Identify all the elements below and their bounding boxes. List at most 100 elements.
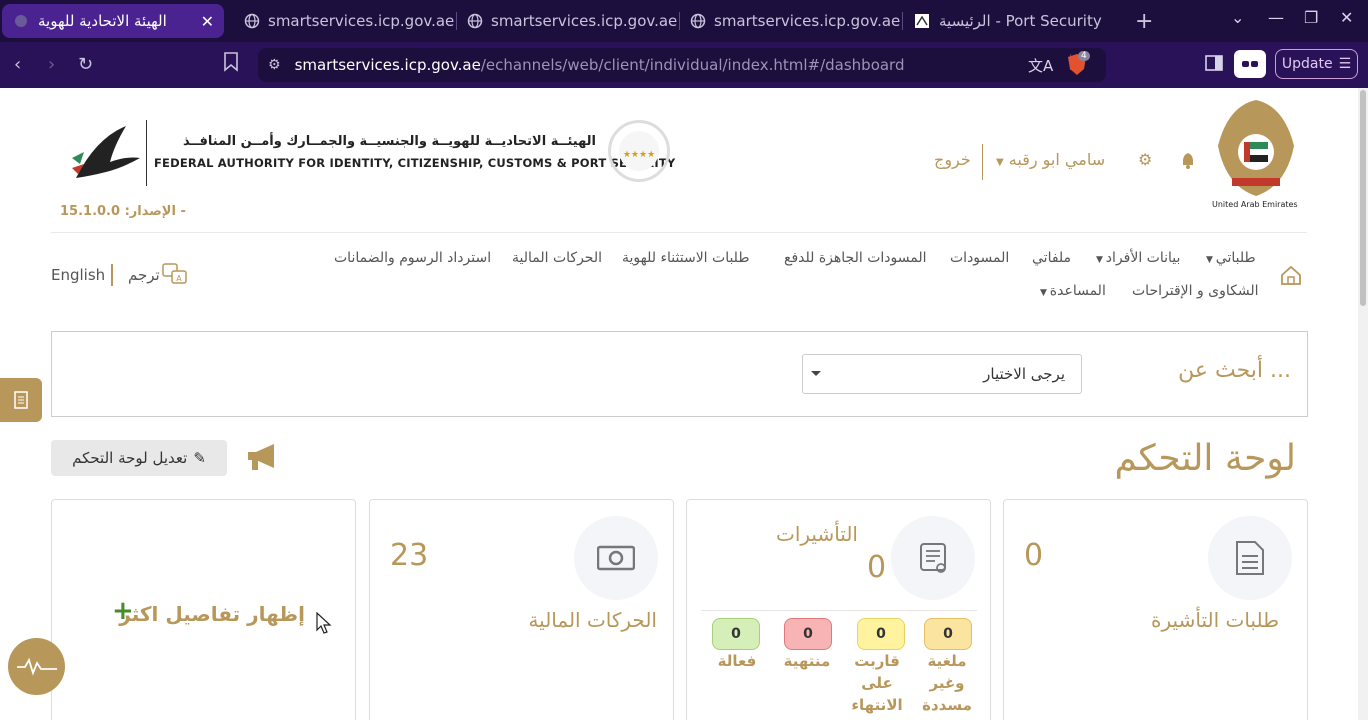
translate-icon[interactable]: 文A <box>1028 55 1053 76</box>
chatbot-avatar-icon[interactable] <box>8 638 65 695</box>
header-divider <box>982 144 983 180</box>
menu-label: طلباتي <box>1215 250 1256 266</box>
visas-count: 0 <box>867 550 887 585</box>
tab-title: smartservices.icp.gov.ae <box>268 12 455 30</box>
menu-drafts-ready-to-pay[interactable]: المسودات الجاهزة للدفع <box>784 250 926 266</box>
brave-badge: 4 <box>1078 51 1090 61</box>
visa-requests-label: طلبات التأشيرة <box>1151 608 1279 632</box>
plus-icon[interactable]: + <box>112 596 134 626</box>
tab-title: smartservices.icp.gov.ae <box>714 12 901 30</box>
megaphone-icon[interactable] <box>246 442 280 476</box>
close-tab-icon[interactable]: ✕ <box>193 12 214 31</box>
tab-port-security[interactable]: الرئيسية - Port Security <box>903 4 1117 38</box>
close-window-icon[interactable]: ✕ <box>1340 8 1353 27</box>
tab-title: الهيئة الاتحادية للهوية <box>38 12 167 30</box>
globe-icon <box>690 12 706 30</box>
minimize-icon[interactable]: — <box>1268 8 1284 27</box>
menu-help[interactable]: ▼ المساعدة <box>1040 283 1106 299</box>
badge-near-expiry[interactable]: 0 <box>857 618 905 650</box>
card-visa-requests[interactable]: 0 طلبات التأشيرة <box>1003 499 1308 720</box>
badge-expired[interactable]: 0 <box>784 618 832 650</box>
user-menu[interactable]: ▼ سامي ابو رقبه <box>996 150 1105 169</box>
header-divider-line <box>51 232 1307 233</box>
url-path: /echannels/web/client/individual/index.h… <box>480 56 905 74</box>
translate-language-icon[interactable]: A <box>162 262 188 290</box>
caret-down-icon: ▼ <box>996 157 1004 168</box>
url-host: smartservices.icp.gov.ae <box>294 56 481 74</box>
menu-financial-transactions[interactable]: الحركات المالية <box>512 250 602 266</box>
visas-divider <box>701 610 977 611</box>
visa-requests-count: 0 <box>1024 538 1044 573</box>
page-content: الهيئــة الاتحاديــة للهويــة والجنسيــة… <box>0 88 1358 720</box>
badge-active[interactable]: 0 <box>712 618 760 650</box>
money-bill-icon <box>574 516 658 600</box>
card-show-more[interactable]: إظهار تفاصيل اكثر + <box>51 499 356 720</box>
logo-divider <box>146 120 147 186</box>
tab-title: smartservices.icp.gov.ae <box>491 12 678 30</box>
caret-down-icon: ▼ <box>1096 255 1106 265</box>
menu-my-files[interactable]: ملفاتي <box>1032 250 1071 266</box>
badge-expired-label: منتهية <box>783 652 831 670</box>
update-label: Update <box>1281 56 1333 72</box>
svg-text:★★★★: ★★★★ <box>623 150 655 160</box>
notification-bell-icon[interactable] <box>1180 152 1196 174</box>
menu-id-exception-requests[interactable]: طلبات الاستثناء للهوية <box>622 250 749 266</box>
page-title: لوحة التحكم <box>1114 438 1296 479</box>
reload-icon[interactable]: ↻ <box>78 54 93 75</box>
tab-title: الرئيسية - Port Security <box>939 12 1102 30</box>
show-more-label[interactable]: إظهار تفاصيل اكثر <box>119 602 305 626</box>
menu-drafts[interactable]: المسودات <box>950 250 1009 266</box>
english-link[interactable]: English <box>51 266 105 284</box>
badge-active-label: فعالة <box>717 652 757 670</box>
site-favicon-icon <box>913 12 931 30</box>
browser-tab-bar: الهيئة الاتحادية للهوية ✕ smartservices.… <box>0 0 1368 42</box>
card-financial-transactions[interactable]: 23 الحركات المالية <box>369 499 674 720</box>
star-rating-seal-icon: ★★★★ <box>608 120 670 182</box>
address-bar[interactable]: ⚙ smartservices.icp.gov.ae/echannels/web… <box>258 48 1106 82</box>
document-icon <box>14 391 28 409</box>
translate-link[interactable]: ترجم <box>128 266 160 284</box>
tab-list-chevron-icon[interactable]: ⌄ <box>1231 8 1244 27</box>
caret-down-icon: ▼ <box>1040 288 1050 298</box>
bookmark-icon[interactable] <box>223 52 239 77</box>
logo-english-text: FEDERAL AUTHORITY FOR IDENTITY, CITIZENS… <box>154 156 676 170</box>
restore-icon[interactable]: ❐ <box>1304 8 1318 27</box>
site-settings-icon[interactable]: ⚙ <box>268 57 281 73</box>
home-icon[interactable] <box>1280 264 1302 290</box>
sidebar-toggle-icon[interactable] <box>1205 55 1223 76</box>
tab-icp-arabic[interactable]: الهيئة الاتحادية للهوية ✕ <box>2 4 224 38</box>
badge-near-expiry-label: قاربت على الانتهاء <box>851 652 903 714</box>
select-caret-icon <box>811 371 821 376</box>
search-type-select[interactable]: يرجى الاختيار <box>802 354 1082 394</box>
globe-icon <box>244 12 260 30</box>
edit-dashboard-button[interactable]: تعديل لوحة التحكم ✎ <box>51 440 227 476</box>
update-button[interactable]: Update ☰ <box>1275 49 1358 79</box>
menu-complaints[interactable]: الشكاوى و الإقتراحات <box>1132 283 1259 299</box>
new-tab-button[interactable]: + <box>1135 9 1153 34</box>
icp-falcon-logo-icon <box>66 118 146 188</box>
document-lines-icon <box>1208 516 1292 600</box>
side-document-button[interactable] <box>0 378 42 422</box>
wallet-icon[interactable] <box>1234 50 1266 78</box>
search-panel: يرجى الاختيار أبحث عن ... <box>51 331 1308 417</box>
menu-individuals-data[interactable]: ▼ بيانات الأفراد <box>1096 250 1180 266</box>
menu-label: بيانات الأفراد <box>1105 250 1181 266</box>
favicon-icon <box>12 12 30 30</box>
tab-smartservices-3[interactable]: smartservices.icp.gov.ae <box>680 4 902 38</box>
forward-icon[interactable]: › <box>48 54 55 75</box>
back-icon[interactable]: ‹ <box>14 54 21 75</box>
logout-link[interactable]: خروج <box>934 150 971 169</box>
lang-divider <box>111 264 113 286</box>
uae-label: United Arab Emirates <box>1212 200 1298 209</box>
tab-smartservices-1[interactable]: smartservices.icp.gov.ae <box>234 4 456 38</box>
menu-fee-refund[interactable]: استرداد الرسوم والضمانات <box>334 250 491 266</box>
menu-my-requests[interactable]: ▼ طلباتي <box>1206 250 1256 266</box>
logo-arabic-text: الهيئــة الاتحاديــة للهويــة والجنسيــة… <box>182 134 596 149</box>
card-visas[interactable]: التأشيرات 0 0 0 0 0 ملغية وغير مسددة قار… <box>686 499 991 720</box>
menu-label: المساعدة <box>1049 283 1106 299</box>
settings-gear-icon[interactable]: ⚙ <box>1138 150 1152 169</box>
scrollbar-thumb[interactable] <box>1360 90 1366 306</box>
tab-smartservices-2[interactable]: smartservices.icp.gov.ae <box>457 4 679 38</box>
user-name: سامي ابو رقبه <box>1008 150 1106 169</box>
badge-cancelled-unpaid[interactable]: 0 <box>924 618 972 650</box>
